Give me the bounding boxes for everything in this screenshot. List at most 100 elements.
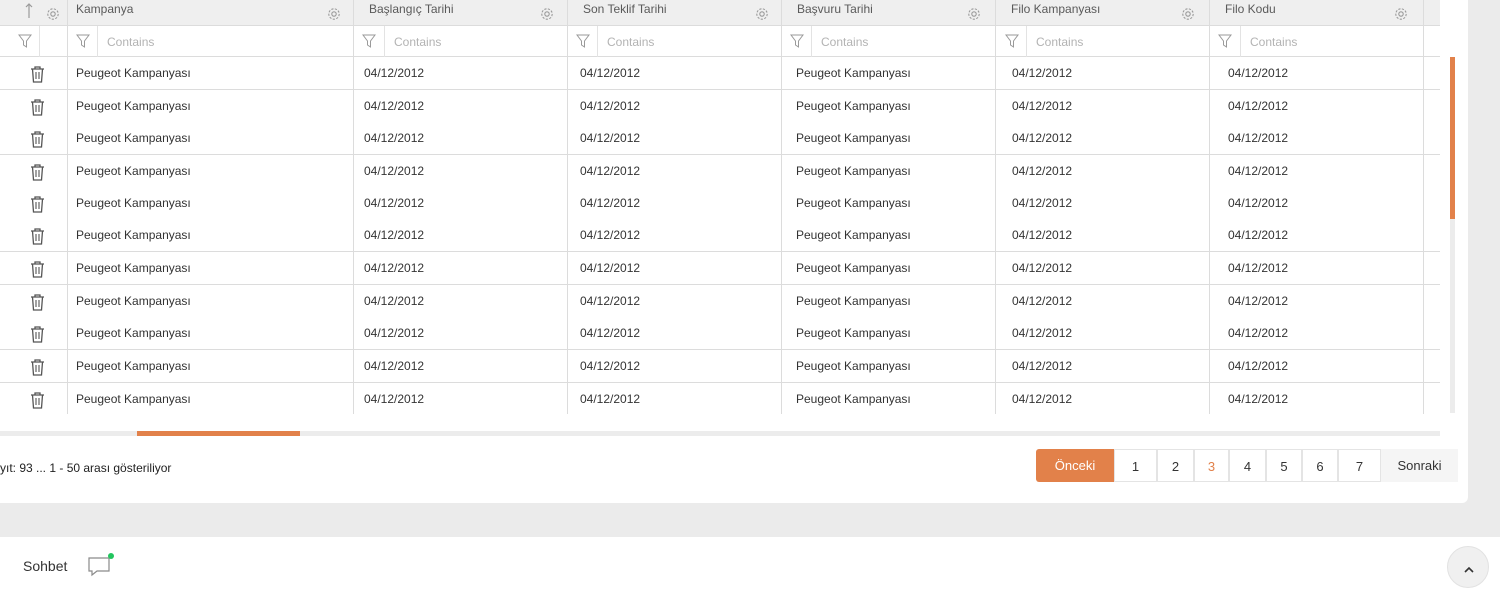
trash-icon[interactable] — [29, 325, 46, 343]
table-cell: 04/12/2012 — [364, 99, 425, 113]
filter-icon[interactable] — [576, 34, 590, 48]
filter-input-filo-kampanyasi[interactable] — [1027, 26, 1207, 57]
vertical-scrollbar-thumb[interactable] — [1450, 57, 1455, 219]
filter-input-basvuru-tarihi[interactable] — [812, 26, 993, 57]
trash-icon[interactable] — [29, 65, 46, 83]
table-cell: Peugeot Kampanyası — [796, 164, 911, 178]
trash-icon[interactable] — [29, 227, 46, 245]
table-cell: 04/12/2012 — [364, 66, 425, 80]
column-header-kampanya[interactable]: Kampanya — [76, 0, 133, 26]
next-page-button[interactable]: Sonraki — [1381, 449, 1458, 482]
table-cell: Peugeot Kampanyası — [796, 131, 911, 145]
table-cell: 04/12/2012 — [364, 261, 425, 275]
page-button-6[interactable]: 6 — [1302, 449, 1338, 482]
table-row[interactable]: Peugeot Kampanyası 04/12/2012 04/12/2012 Pe… — [0, 252, 1440, 285]
filter-input-baslangic-tarihi[interactable] — [385, 26, 565, 57]
page-button-4[interactable]: 4 — [1229, 449, 1266, 482]
table-cell: 04/12/2012 — [580, 66, 641, 80]
table-cell: Peugeot Kampanyası — [76, 196, 191, 210]
table-cell: Peugeot Kampanyası — [76, 294, 191, 308]
page-button-7[interactable]: 7 — [1338, 449, 1381, 482]
trash-icon[interactable] — [29, 293, 46, 311]
table-cell: 04/12/2012 — [1012, 294, 1073, 308]
table-cell: Peugeot Kampanyası — [796, 66, 911, 80]
table-cell: Peugeot Kampanyası — [76, 99, 191, 113]
page-button-1[interactable]: 1 — [1114, 449, 1157, 482]
table-cell: 04/12/2012 — [364, 392, 425, 406]
gear-icon[interactable] — [327, 7, 341, 21]
table-row[interactable]: Peugeot Kampanyası 04/12/2012 04/12/2012 Pe… — [0, 317, 1440, 350]
table-cell: 04/12/2012 — [1012, 66, 1073, 80]
table-cell: Peugeot Kampanyası — [796, 196, 911, 210]
chat-bubble-icon[interactable] — [86, 553, 114, 577]
table-cell: 04/12/2012 — [580, 326, 641, 340]
previous-page-button[interactable]: Önceki — [1036, 449, 1114, 482]
grid-panel: Kampanya Başlangıç Tarihi Son Teklif Tar… — [0, 0, 1468, 503]
data-grid: Kampanya Başlangıç Tarihi Son Teklif Tar… — [0, 0, 1440, 414]
gear-icon[interactable] — [1394, 7, 1408, 21]
table-row[interactable]: Peugeot Kampanyası 04/12/2012 04/12/2012 Pe… — [0, 90, 1440, 123]
horizontal-scrollbar-thumb[interactable] — [137, 431, 300, 436]
table-cell: 04/12/2012 — [1012, 326, 1073, 340]
filter-icon[interactable] — [1005, 34, 1019, 48]
filter-input-son-teklif-tarihi[interactable] — [598, 26, 779, 57]
gear-icon[interactable] — [1181, 7, 1195, 21]
gear-icon[interactable] — [540, 7, 554, 21]
table-cell: Peugeot Kampanyası — [76, 228, 191, 242]
table-row[interactable]: Peugeot Kampanyası 04/12/2012 04/12/2012 Pe… — [0, 122, 1440, 155]
trash-icon[interactable] — [29, 260, 46, 278]
table-cell: 04/12/2012 — [1012, 196, 1073, 210]
gear-icon[interactable] — [755, 7, 769, 21]
column-header-baslangic-tarihi[interactable]: Başlangıç Tarihi — [369, 0, 454, 26]
filter-icon[interactable] — [76, 34, 90, 48]
page-button-2[interactable]: 2 — [1157, 449, 1194, 482]
gear-icon[interactable] — [46, 7, 60, 21]
table-cell: 04/12/2012 — [1228, 196, 1289, 210]
filter-icon[interactable] — [790, 34, 804, 48]
filter-input-kampanya[interactable] — [98, 26, 352, 57]
trash-icon[interactable] — [29, 195, 46, 213]
table-cell: Peugeot Kampanyası — [796, 261, 911, 275]
filter-icon[interactable] — [18, 34, 32, 48]
table-row[interactable]: Peugeot Kampanyası 04/12/2012 04/12/2012 Pe… — [0, 383, 1440, 414]
chevron-up-icon — [1463, 562, 1475, 580]
table-row[interactable]: Peugeot Kampanyası 04/12/2012 04/12/2012 Pe… — [0, 219, 1440, 252]
column-header-son-teklif-tarihi[interactable]: Son Teklif Tarihi — [583, 0, 667, 26]
chat-label[interactable]: Sohbet — [23, 558, 67, 574]
table-cell: 04/12/2012 — [1228, 228, 1289, 242]
column-header-filo-kodu[interactable]: Filo Kodu — [1225, 0, 1276, 26]
table-cell: Peugeot Kampanyası — [76, 359, 191, 373]
scroll-to-top-button[interactable] — [1447, 546, 1489, 588]
column-header-filo-kampanyasi[interactable]: Filo Kampanyası — [1011, 0, 1100, 26]
sort-up-icon[interactable] — [24, 2, 34, 20]
trash-icon[interactable] — [29, 391, 46, 409]
table-cell: 04/12/2012 — [1228, 359, 1289, 373]
grid-header: Kampanya Başlangıç Tarihi Son Teklif Tar… — [0, 0, 1440, 26]
trash-icon[interactable] — [29, 130, 46, 148]
table-cell: 04/12/2012 — [580, 164, 641, 178]
trash-icon[interactable] — [29, 358, 46, 376]
table-cell: Peugeot Kampanyası — [76, 392, 191, 406]
filter-icon[interactable] — [1218, 34, 1232, 48]
column-header-basvuru-tarihi[interactable]: Başvuru Tarihi — [797, 0, 873, 26]
table-cell: Peugeot Kampanyası — [76, 131, 191, 145]
filter-icon[interactable] — [362, 34, 376, 48]
page-button-5[interactable]: 5 — [1266, 449, 1302, 482]
filter-input-filo-kodu[interactable] — [1241, 26, 1421, 57]
table-row[interactable]: Peugeot Kampanyası 04/12/2012 04/12/2012 Pe… — [0, 285, 1440, 318]
table-cell: 04/12/2012 — [1228, 164, 1289, 178]
table-row[interactable]: Peugeot Kampanyası 04/12/2012 04/12/2012 Pe… — [0, 155, 1440, 188]
table-cell: 04/12/2012 — [580, 392, 641, 406]
table-row[interactable]: Peugeot Kampanyası 04/12/2012 04/12/2012 Pe… — [0, 57, 1440, 90]
trash-icon[interactable] — [29, 163, 46, 181]
trash-icon[interactable] — [29, 98, 46, 116]
table-row[interactable]: Peugeot Kampanyası 04/12/2012 04/12/2012 Pe… — [0, 350, 1440, 383]
table-cell: 04/12/2012 — [364, 196, 425, 210]
gear-icon[interactable] — [967, 7, 981, 21]
table-cell: Peugeot Kampanyası — [796, 99, 911, 113]
page-button-3[interactable]: 3 — [1194, 449, 1229, 482]
table-cell: 04/12/2012 — [364, 131, 425, 145]
table-cell: Peugeot Kampanyası — [796, 392, 911, 406]
table-row[interactable]: Peugeot Kampanyası 04/12/2012 04/12/2012 Pe… — [0, 187, 1440, 220]
table-cell: 04/12/2012 — [1228, 326, 1289, 340]
